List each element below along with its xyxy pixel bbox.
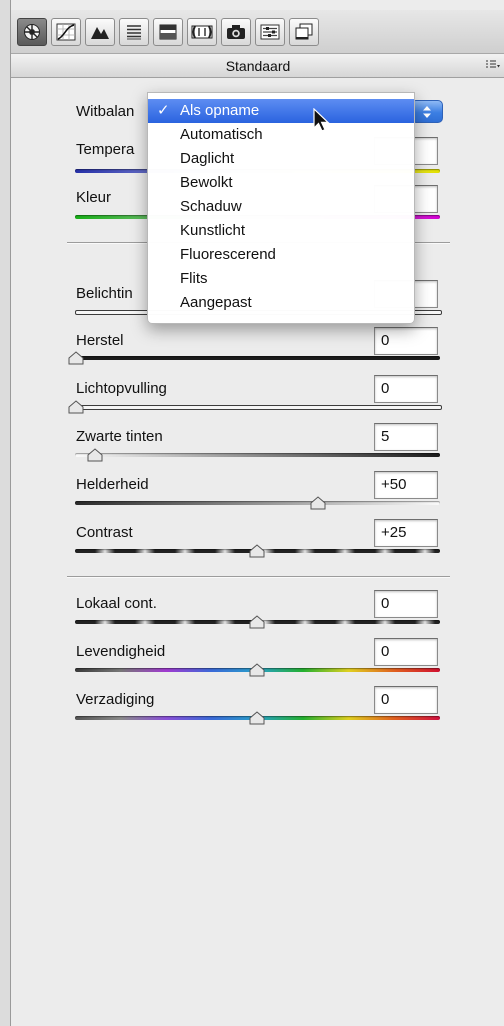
clarity-slider-thumb[interactable] <box>249 615 265 629</box>
aperture-icon[interactable] <box>17 18 47 46</box>
clarity-label: Lokaal cont. <box>76 595 157 612</box>
presets-sliders-icon[interactable] <box>255 18 285 46</box>
contrast-field[interactable]: +25 <box>374 519 438 547</box>
checkmark-icon: ✓ <box>157 102 170 119</box>
vibrance-label: Levendigheid <box>76 643 166 660</box>
list-menu-icon[interactable] <box>485 54 501 78</box>
detail-triangle-icon[interactable] <box>85 18 115 46</box>
recovery-field[interactable]: 0 <box>374 327 438 355</box>
vibrance-slider-thumb[interactable] <box>249 663 265 677</box>
saturation-label: Verzadiging <box>76 691 155 708</box>
brightness-slider[interactable] <box>75 501 440 505</box>
white-balance-menu: ✓ Als opname Automatisch Daglicht Bewolk… <box>147 92 415 324</box>
fill-light-slider[interactable] <box>75 405 442 410</box>
white-balance-label: Witbalan <box>76 103 135 120</box>
saturation-field[interactable]: 0 <box>374 686 438 714</box>
menu-item-schaduw[interactable]: Schaduw <box>148 195 414 219</box>
white-balance-popup-button[interactable] <box>411 100 443 123</box>
snapshots-icon[interactable] <box>289 18 319 46</box>
vibrance-field[interactable]: 0 <box>374 638 438 666</box>
section-divider <box>67 576 450 578</box>
menu-item-label: Als opname <box>180 102 260 119</box>
menu-item-label: Daglicht <box>180 150 235 167</box>
menu-item-label: Automatisch <box>180 126 263 143</box>
exposure-label: Belichtin <box>76 285 133 302</box>
fill-light-slider-thumb[interactable] <box>68 400 84 414</box>
brightness-label: Helderheid <box>76 476 149 493</box>
menu-item-label: Schaduw <box>180 198 242 215</box>
recovery-label: Herstel <box>76 332 124 349</box>
split-toning-icon[interactable] <box>153 18 183 46</box>
temperature-label: Tempera <box>76 141 135 158</box>
menu-item-automatisch[interactable]: Automatisch <box>148 123 414 147</box>
menu-item-label: Aangepast <box>180 294 252 311</box>
menu-item-kunstlicht[interactable]: Kunstlicht <box>148 219 414 243</box>
menu-item-bewolkt[interactable]: Bewolkt <box>148 171 414 195</box>
menu-item-label: Fluorescerend <box>180 246 276 263</box>
section-header: Standaard <box>11 54 504 78</box>
contrast-slider-thumb[interactable] <box>249 544 265 558</box>
menu-item-label: Kunstlicht <box>180 222 246 239</box>
blacks-slider-thumb[interactable] <box>87 448 103 462</box>
recovery-slider[interactable] <box>75 356 440 360</box>
lens-corrections-icon[interactable] <box>187 18 217 46</box>
camera-calibration-icon[interactable] <box>221 18 251 46</box>
menu-item-label: Flits <box>180 270 208 287</box>
fill-light-label: Lichtopvulling <box>76 380 167 397</box>
clarity-field[interactable]: 0 <box>374 590 438 618</box>
menu-item-als-opname[interactable]: ✓ Als opname <box>148 99 414 123</box>
brightness-slider-thumb[interactable] <box>310 496 326 510</box>
basic-adjustments-panel: Standaard Witbalan Tempera Kleur Belicht… <box>10 0 504 1026</box>
blacks-label: Zwarte tinten <box>76 428 163 445</box>
menu-item-label: Bewolkt <box>180 174 233 191</box>
brightness-field[interactable]: +50 <box>374 471 438 499</box>
tone-curve-icon[interactable] <box>51 18 81 46</box>
section-title: Standaard <box>225 58 291 74</box>
hsl-grayscale-icon[interactable] <box>119 18 149 46</box>
menu-item-flits[interactable]: Flits <box>148 267 414 291</box>
menu-item-fluorescerend[interactable]: Fluorescerend <box>148 243 414 267</box>
blacks-field[interactable]: 5 <box>374 423 438 451</box>
saturation-slider-thumb[interactable] <box>249 711 265 725</box>
blacks-slider[interactable] <box>75 453 440 457</box>
menu-item-aangepast[interactable]: Aangepast <box>148 291 414 315</box>
tint-label: Kleur <box>76 189 112 206</box>
fill-light-field[interactable]: 0 <box>374 375 438 403</box>
contrast-label: Contrast <box>76 524 133 541</box>
menu-item-daglicht[interactable]: Daglicht <box>148 147 414 171</box>
up-down-arrows-icon <box>423 105 431 118</box>
mouse-pointer-icon <box>313 108 330 132</box>
recovery-slider-thumb[interactable] <box>68 351 84 365</box>
panel-toolbar <box>11 10 504 54</box>
